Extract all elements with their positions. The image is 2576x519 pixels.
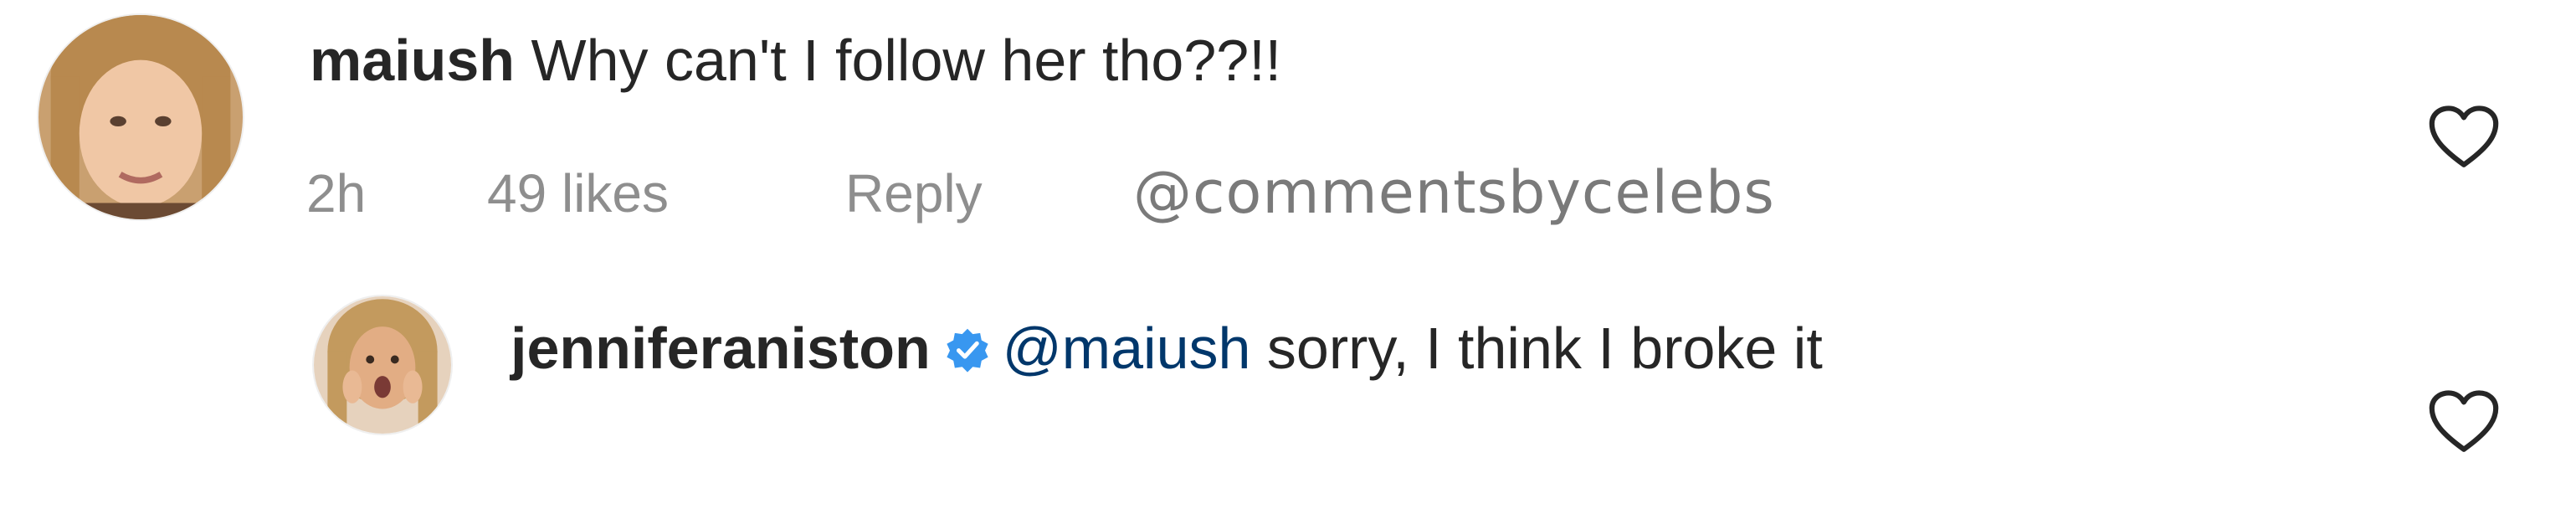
watermark: @commentsbycelebs (1133, 158, 1775, 227)
reply-body: sorry, I think I broke it (1250, 316, 1823, 381)
verified-badge-icon (944, 311, 991, 373)
comment-thread: maiush Why can't I follow her tho??!! 2h… (0, 0, 2576, 519)
reply-button[interactable]: Reply (845, 156, 983, 231)
comment-timestamp[interactable]: 2h (306, 156, 487, 231)
heart-outline-icon[interactable] (2427, 388, 2501, 455)
avatar[interactable] (312, 295, 453, 435)
comment-text-line: maiush Why can't I follow her tho??!! (310, 18, 1281, 102)
avatar-image (38, 15, 243, 219)
comment-meta: 2h 49 likes Reply (306, 156, 983, 231)
avatar-image (314, 296, 451, 434)
comment-body: Why can't I follow her tho??!! (531, 28, 1282, 93)
reply-text-line: jenniferaniston @maiush sorry, I think I… (511, 306, 2352, 390)
avatar[interactable] (37, 13, 244, 221)
comment-likes-count[interactable]: 49 likes (487, 156, 845, 231)
heart-outline-icon[interactable] (2427, 104, 2501, 171)
mention-link[interactable]: @maiush (1003, 316, 1251, 381)
comment-username[interactable]: maiush (310, 28, 515, 93)
reply-username[interactable]: jenniferaniston (511, 316, 931, 381)
